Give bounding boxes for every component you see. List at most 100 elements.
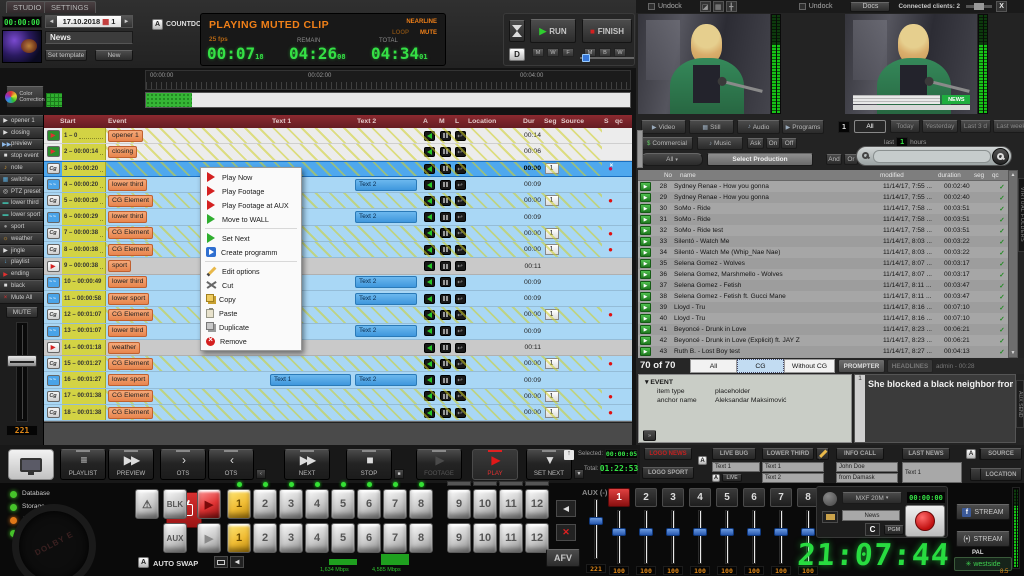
media-row[interactable]: ▶ 35Selena Gomez - Wolves 11/14/17, 8:07… [638, 258, 1010, 269]
play-icon[interactable]: ▶ [640, 292, 651, 301]
segment-spinner[interactable]: 1 [545, 195, 559, 206]
playlist-row[interactable]: ▶ 9 – 00:00:38 sport ↩ 00:11 [44, 258, 632, 274]
num-key-5-a[interactable]: 5 [331, 489, 355, 519]
search-button[interactable] [992, 148, 1009, 165]
search-input[interactable] [873, 150, 991, 163]
mixer-ch-4-key[interactable]: 4 [689, 488, 711, 507]
loop-icon[interactable]: ↩ [455, 180, 466, 190]
play-icon[interactable]: ▶ [640, 204, 651, 213]
sidebar-item-lower-sport[interactable]: ▬ lower sport [0, 209, 43, 221]
loop-icon[interactable]: ↩ [455, 277, 466, 287]
run-subkey-m[interactable]: M [532, 48, 544, 57]
hourglass-button[interactable] [509, 20, 525, 42]
record-name-field[interactable]: News [842, 510, 900, 521]
num-key-2-a[interactable]: 2 [253, 489, 277, 519]
playlist-row[interactable]: Cg 8 – 00:00:38 CG Element ↩ 00:00 1 ● [44, 242, 632, 258]
play-icon[interactable]: ▶ [640, 336, 651, 345]
aux-key[interactable]: AUX [163, 523, 187, 553]
logo-news-button[interactable]: LOGO NEWS [644, 448, 692, 460]
info-location-field[interactable]: from Damask [836, 473, 898, 483]
range-yesterday-button[interactable]: Yesterday [922, 120, 958, 133]
audio-icon[interactable] [424, 326, 435, 336]
mixer-ch-5-key[interactable]: 5 [716, 488, 738, 507]
loop-icon[interactable]: ↩ [455, 375, 466, 385]
mixer-ch-2-key[interactable]: 2 [635, 488, 657, 507]
col-text2[interactable]: Text 2 [357, 115, 376, 128]
num-key-7-b[interactable]: 7 [383, 523, 407, 553]
media-row[interactable]: ▶ 30SoMo - Ride 11/14/17, 7:58 ...00:03:… [638, 203, 1010, 214]
mcol-duration[interactable]: duration [938, 172, 961, 179]
playlist-row[interactable]: ▶ 1 – 0 opener 1 ↩ 00:14 [44, 128, 632, 144]
run-subkey-f[interactable]: F [562, 48, 574, 57]
logo-sport-button[interactable]: LOGO SPORT [642, 467, 694, 479]
playlist-row[interactable]: ▶ 14 – 00:01:18 weather ↩ 00:11 [44, 340, 632, 356]
num-key-4-a[interactable]: 4 [305, 489, 329, 519]
location-button[interactable]: LOCATION [980, 468, 1022, 481]
play-icon[interactable]: ▶ [640, 303, 651, 312]
mute-icon[interactable] [440, 180, 451, 190]
play-icon[interactable]: ▶ [640, 325, 651, 334]
volume-slider[interactable] [966, 5, 992, 8]
menu-item-play-now[interactable]: Play Now [201, 170, 301, 184]
media-row[interactable]: ▶ 40Lloyd - Tru 11/14/17, 8:16 ...00:07:… [638, 313, 1010, 324]
num-key-10-a[interactable]: 10 [473, 489, 497, 519]
mixer-ch-3-track[interactable] [671, 510, 675, 564]
event-cell[interactable]: CG Element [106, 390, 270, 402]
audio-icon[interactable] [424, 408, 435, 418]
undock-left[interactable]: Undock [648, 3, 682, 10]
prompter-text[interactable]: She blocked a black neighbor from enteri… [868, 379, 1013, 389]
sidebar-item-note[interactable]: ♪ note [0, 162, 43, 174]
play-icon[interactable]: ▶ [640, 281, 651, 290]
num-key-6-b[interactable]: 6 [357, 523, 381, 553]
master-fader-track[interactable] [16, 322, 28, 422]
play-icon[interactable]: ▶ [640, 270, 651, 279]
new-button[interactable]: New [95, 50, 133, 61]
aux-fader-handle[interactable] [589, 517, 603, 525]
sidebar-item-stop-event[interactable]: ■ stop event [0, 150, 43, 162]
mute-icon[interactable] [440, 359, 451, 369]
menu-item-remove[interactable]: Remove [201, 334, 301, 348]
lower-third-button[interactable]: LOWER THIRD [762, 448, 814, 460]
live-button[interactable]: LIVE [722, 474, 742, 482]
date-prev-icon[interactable]: ◄ [46, 16, 57, 27]
media-row[interactable]: ▶ 39Lloyd - Tru 11/14/17, 8:16 ...00:07:… [638, 302, 1010, 313]
audio-icon[interactable] [424, 147, 435, 157]
loop-icon[interactable]: ↩ [455, 212, 466, 222]
info-name-field[interactable]: John Doe [836, 462, 898, 472]
num-key-6-a[interactable]: 6 [357, 489, 381, 519]
cg-filter-all[interactable]: All [690, 359, 737, 373]
close-icon[interactable]: X [996, 1, 1007, 12]
and-button[interactable]: And [826, 154, 842, 165]
timeline-zoom-slider[interactable] [580, 54, 634, 62]
play-icon[interactable]: ▶ [640, 248, 651, 257]
menu-item-create-programm[interactable]: Create programm [201, 245, 301, 259]
timeline-ruler[interactable] [145, 70, 631, 90]
lower-third-text2-field[interactable]: Text 2 [762, 473, 824, 483]
layout-grid-icon[interactable]: ╋ [726, 1, 737, 12]
live-bug-button[interactable]: LIVE BUG [712, 448, 756, 460]
segment-spinner[interactable]: 1 [545, 358, 559, 369]
col-a[interactable]: A [423, 115, 428, 128]
num-key-5-b[interactable]: 5 [331, 523, 355, 553]
play-red-key[interactable]: ▶ [197, 489, 221, 519]
audio-icon[interactable] [424, 375, 435, 385]
aux-fader-track[interactable] [594, 499, 598, 559]
playlist-row[interactable]: ~~ 16 – 00:01:27 lower sport Text 1 Text… [44, 372, 632, 388]
audio-icon[interactable] [424, 294, 435, 304]
segment-spinner[interactable]: 1 [545, 407, 559, 418]
col-source[interactable]: Source [561, 115, 584, 128]
range-last-week-button[interactable]: Last week [993, 120, 1024, 133]
event-cell[interactable]: lower sport [106, 374, 270, 386]
start-cell[interactable]: 10 – 00:00:49 [62, 275, 106, 290]
event-cell[interactable]: opener 1 [106, 130, 270, 142]
playlist-row[interactable]: ~~ 4 – 00:00:20 lower third Text 2 ↩ 00:… [44, 177, 632, 193]
sidebar-item-playlist[interactable]: ↓ playlist [0, 257, 43, 269]
date-next-icon[interactable]: ► [121, 16, 132, 27]
start-cell[interactable]: 11 – 00:00:58 [62, 291, 106, 306]
monitor-toggle-icon[interactable] [214, 556, 228, 568]
media-scroll-thumb[interactable] [637, 130, 643, 168]
col-m[interactable]: M [439, 115, 445, 128]
pgm-button[interactable]: PGM [884, 525, 904, 535]
col-seg[interactable]: Seg [544, 115, 556, 128]
media-row[interactable]: ▶ 32SoMo - Ride test 11/14/17, 7:58 ...0… [638, 225, 1010, 236]
